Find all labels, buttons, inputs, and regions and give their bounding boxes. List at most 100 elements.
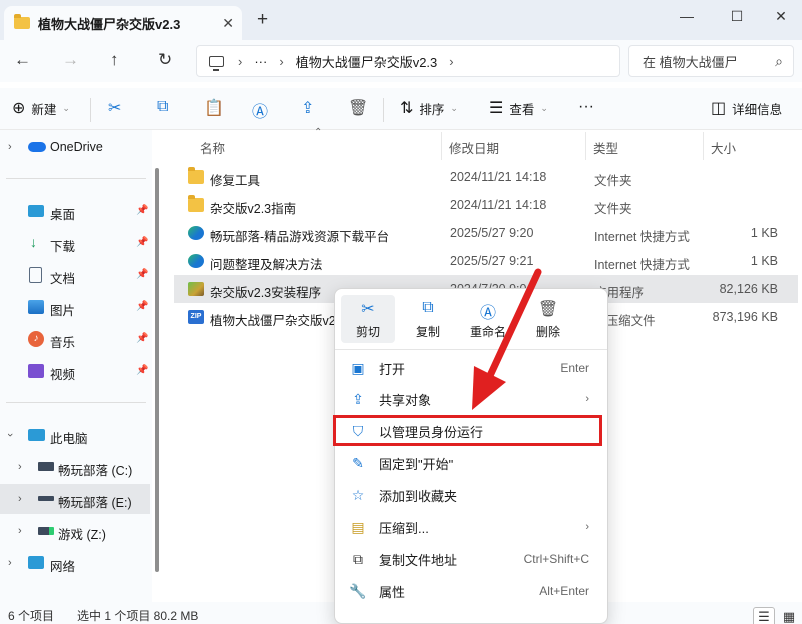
menu-item-add-favorites[interactable]: ☆ 添加到收藏夹	[339, 480, 603, 510]
breadcrumb-current[interactable]: 植物大战僵尸杂交版v2.3	[296, 52, 438, 71]
archive-icon: ▤	[351, 518, 365, 535]
menu-item-share[interactable]: ⇪ 共享对象 ›	[339, 384, 603, 414]
divider	[6, 178, 146, 179]
search-input[interactable]: 在 植物大战僵尸 ⌕	[628, 45, 794, 77]
context-cut-button[interactable]: ✂ 剪切	[341, 295, 395, 343]
sidebar-item-this-pc[interactable]: › 此电脑	[0, 420, 150, 450]
pin-icon[interactable]: 📌	[136, 301, 148, 312]
chevron-right-icon[interactable]: ›	[8, 141, 12, 153]
sidebar-item-label: 文档	[50, 272, 76, 286]
file-row[interactable]: 问题整理及解决方法 2025/5/27 9:21 Internet 快捷方式 1…	[174, 247, 798, 275]
column-header-date[interactable]: 修改日期	[449, 138, 499, 157]
trash-icon[interactable]: 🗑	[348, 98, 368, 118]
tab-close-icon[interactable]: ✕	[222, 15, 234, 32]
menu-item-shortcut: Alt+Enter	[539, 584, 589, 598]
window-tab[interactable]: 植物大战僵尸杂交版v2.3 ✕	[4, 6, 242, 40]
network-icon	[28, 556, 44, 569]
pin-icon: ✎	[352, 454, 364, 471]
sidebar-item-documents[interactable]: 文档 📌	[0, 260, 150, 290]
details-pane-button[interactable]: ◫ 详细信息	[711, 98, 782, 118]
refresh-icon[interactable]: ↻	[158, 50, 172, 70]
sidebar-item-pictures[interactable]: 图片 📌	[0, 292, 150, 322]
menu-item-label: 添加到收藏夹	[379, 488, 458, 504]
details-view-icon[interactable]: ☰	[753, 607, 775, 624]
pin-icon[interactable]: 📌	[136, 333, 148, 344]
context-delete-button[interactable]: 🗑 删除	[521, 295, 575, 343]
menu-item-copy-path[interactable]: ⧉ 复制文件地址 Ctrl+Shift+C	[339, 544, 603, 574]
more-options-button[interactable]: ···	[578, 98, 594, 116]
file-row[interactable]: 修复工具 2024/11/21 14:18 文件夹	[174, 163, 798, 191]
star-icon: ☆	[351, 486, 365, 503]
file-name: 植物大战僵尸杂交版v2.	[210, 314, 340, 328]
copy-icon[interactable]: ⧉	[157, 98, 168, 116]
sidebar-item-desktop[interactable]: 桌面 📌	[0, 196, 150, 226]
sidebar-item-drive-z[interactable]: › 游戏 (Z:)	[0, 516, 150, 546]
sort-icon: ⇅	[400, 100, 414, 117]
sidebar-item-network[interactable]: › 网络	[0, 548, 150, 578]
chevron-right-icon[interactable]: ›	[18, 461, 22, 473]
column-header-size[interactable]: 大小	[711, 138, 736, 157]
share-icon[interactable]: ⇪	[301, 98, 314, 118]
column-divider[interactable]	[585, 132, 586, 160]
paste-icon[interactable]: 📋	[204, 98, 224, 118]
minimize-button[interactable]: —	[664, 0, 710, 32]
menu-item-properties[interactable]: 🔧 属性 Alt+Enter	[339, 576, 603, 606]
view-button[interactable]: ☰ 查看 ⌄	[489, 98, 548, 118]
file-row[interactable]: 杂交版v2.3指南 2024/11/21 14:18 文件夹	[174, 191, 798, 219]
close-window-button[interactable]: ✕	[758, 0, 802, 32]
menu-item-pin-to-start[interactable]: ✎ 固定到"开始"	[339, 448, 603, 478]
back-arrow-icon[interactable]: ←	[14, 50, 31, 70]
chevron-right-icon[interactable]: ›	[8, 557, 12, 569]
up-arrow-icon[interactable]: ↑	[110, 50, 119, 70]
selection-info: 选中 1 个项目 80.2 MB	[77, 609, 199, 623]
trash-icon: 🗑	[537, 301, 559, 318]
chevron-right-icon[interactable]: ›	[18, 493, 22, 505]
sidebar-item-onedrive[interactable]: › OneDrive	[0, 132, 150, 162]
scissors-icon[interactable]: ✂	[108, 98, 121, 118]
folder-icon	[188, 195, 204, 212]
sidebar-scrollbar[interactable]	[155, 168, 159, 572]
new-tab-button[interactable]: +	[257, 9, 268, 31]
sidebar-item-videos[interactable]: 视频 📌	[0, 356, 150, 386]
new-button[interactable]: ⊕ 新建 ⌄	[12, 98, 70, 118]
pin-icon[interactable]: 📌	[136, 205, 148, 216]
column-divider[interactable]	[441, 132, 442, 160]
column-divider[interactable]	[703, 132, 704, 160]
address-bar-row: ← → ↑ ↻ › ··· › 植物大战僵尸杂交版v2.3 › 在 植物大战僵尸…	[0, 40, 802, 82]
sidebar-item-downloads[interactable]: ↓ 下载 📌	[0, 228, 150, 258]
highlight-annotation	[333, 415, 602, 446]
chevron-right-icon[interactable]: ›	[18, 525, 22, 537]
context-rename-button[interactable]: Ⓐ 重命名	[461, 295, 515, 343]
cloud-icon	[28, 142, 46, 152]
sidebar-item-drive-c[interactable]: › 畅玩部落 (C:)	[0, 452, 150, 482]
tiles-view-icon[interactable]: ▦	[778, 607, 800, 624]
rename-icon[interactable]: Ⓐ	[252, 98, 268, 122]
rename-icon: Ⓐ	[479, 305, 496, 322]
title-bar: 植物大战僵尸杂交版v2.3 ✕ + — ☐ ✕	[0, 0, 802, 40]
chevron-right-icon: ›	[449, 53, 454, 69]
context-copy-button[interactable]: ⧉ 复制	[401, 295, 455, 343]
sidebar-item-music[interactable]: ♪ 音乐 📌	[0, 324, 150, 354]
file-type: 文件夹	[594, 174, 632, 188]
pin-icon[interactable]: 📌	[136, 269, 148, 280]
sort-button[interactable]: ⇅ 排序 ⌄	[400, 98, 458, 118]
chevron-right-icon: ›	[279, 53, 284, 69]
pin-icon[interactable]: 📌	[136, 237, 148, 248]
address-input[interactable]: › ··· › 植物大战僵尸杂交版v2.3 ›	[196, 45, 620, 77]
menu-item-open[interactable]: ▣ 打开 Enter	[339, 353, 603, 383]
column-header-name[interactable]: 名称	[200, 138, 225, 157]
file-row[interactable]: 畅玩部落-精品游戏资源下载平台 2025/5/27 9:20 Internet …	[174, 219, 798, 247]
search-icon: ⌕	[775, 53, 783, 69]
file-date: 2024/11/21 14:18	[450, 198, 547, 212]
column-header-type[interactable]: 类型	[593, 138, 618, 157]
breadcrumb-more[interactable]: ···	[254, 54, 267, 69]
forward-arrow-icon[interactable]: →	[62, 50, 79, 70]
divider	[6, 402, 146, 403]
maximize-button[interactable]: ☐	[714, 0, 760, 32]
menu-item-compress[interactable]: ▤ 压缩到... ›	[339, 512, 603, 542]
pin-icon[interactable]: 📌	[136, 365, 148, 376]
file-date: 2025/5/27 9:20	[450, 226, 534, 240]
sidebar-item-drive-e[interactable]: › 畅玩部落 (E:)	[0, 484, 150, 514]
picture-icon	[28, 300, 44, 314]
chevron-down-icon[interactable]: ›	[4, 433, 16, 437]
